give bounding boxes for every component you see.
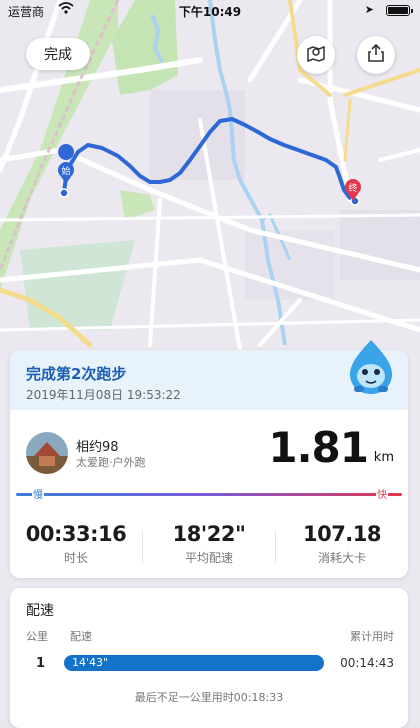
column-header-km: 公里 bbox=[26, 630, 48, 643]
share-icon bbox=[366, 43, 386, 67]
stat-value: 107.18 bbox=[302, 522, 382, 546]
stat-label: 消耗大卡 bbox=[317, 551, 366, 565]
distance-value: 1.81 bbox=[268, 423, 369, 472]
row-pace-bar: 14'43" bbox=[64, 655, 324, 671]
user-name: 相约98 bbox=[76, 440, 119, 455]
run-title: 完成第2次跑步 bbox=[26, 365, 127, 383]
stat-label: 时长 bbox=[63, 551, 88, 565]
stat-duration: 00:33:16 时长 bbox=[10, 522, 142, 566]
stat-avg-pace: 18'22" 平均配速 bbox=[143, 522, 275, 566]
stat-value: 18'22" bbox=[172, 522, 246, 546]
stat-value: 00:33:16 bbox=[25, 522, 127, 546]
activity-type: 太爱跑·户外跑 bbox=[76, 456, 146, 469]
pace-gradient-bar bbox=[16, 493, 402, 496]
end-label: 终 bbox=[348, 182, 357, 194]
run-date: 2019年11月08日 19:53:22 bbox=[26, 388, 181, 402]
avatar[interactable] bbox=[26, 432, 68, 474]
stat-calories: 107.18 消耗大卡 bbox=[276, 522, 408, 566]
status-bar: 运营商 下午10:49 ➤ bbox=[0, 0, 420, 22]
start-label: 始 bbox=[61, 165, 70, 177]
pace-card: 配速 公里 配速 累计用时 1 14'43" 00:14:43 最后不足一公里用… bbox=[10, 588, 408, 728]
share-button[interactable] bbox=[357, 36, 395, 74]
column-header-total: 累计用时 bbox=[350, 630, 394, 643]
pace-section-title: 配速 bbox=[26, 603, 54, 619]
mascot-illustration bbox=[340, 336, 406, 402]
clock: 下午10:49 bbox=[178, 5, 242, 19]
battery-icon bbox=[386, 5, 413, 16]
done-button[interactable]: 完成 bbox=[26, 38, 90, 70]
pace-footer-note: 最后不足一公里用时00:18:33 bbox=[134, 691, 284, 704]
column-header-pace: 配速 bbox=[70, 630, 92, 643]
fast-label: 快 bbox=[376, 486, 388, 501]
slow-label: 慢 bbox=[32, 486, 44, 501]
location-arrow-icon: ➤ bbox=[364, 3, 374, 16]
stat-label: 平均配速 bbox=[184, 551, 233, 565]
row-total-time: 00:14:43 bbox=[340, 656, 394, 670]
distance-unit: km bbox=[373, 450, 394, 465]
row-km: 1 bbox=[36, 656, 46, 671]
map-toggle-button[interactable] bbox=[297, 36, 335, 74]
map-icon bbox=[306, 43, 326, 67]
